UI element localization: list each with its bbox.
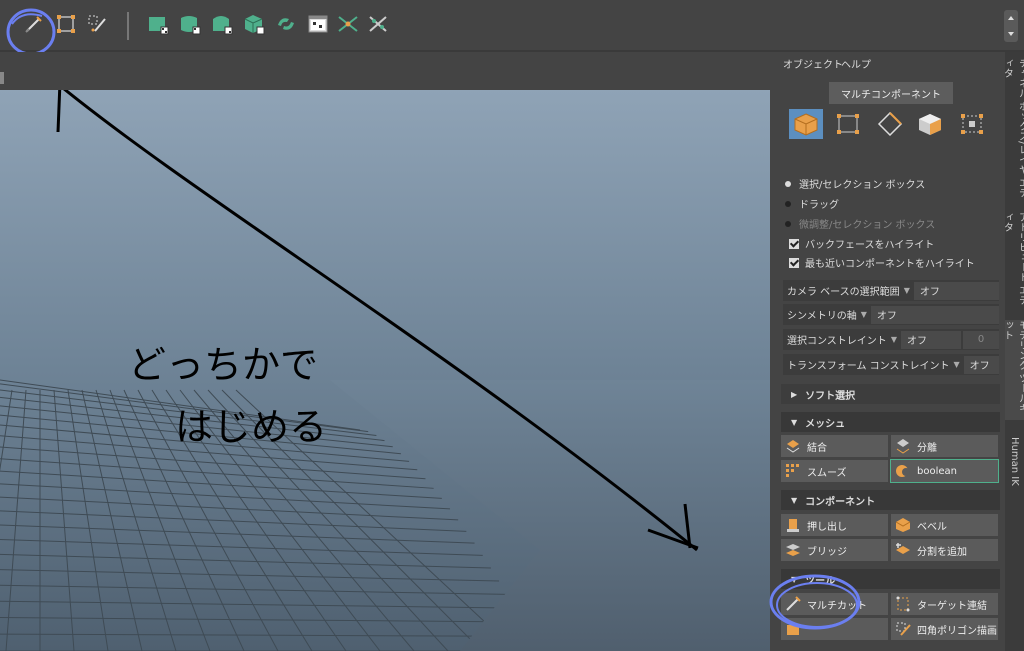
grid-line xyxy=(109,389,211,651)
selection-constraint-field[interactable]: 選択コンストレイント ▼ オフ 0 xyxy=(783,329,999,350)
checkbox-highlight-nearest[interactable]: 最も近いコンポーネントをハイライト xyxy=(789,255,975,270)
tab-channel-box[interactable]: チャネル ボックス/レイヤ エディタ xyxy=(1002,58,1024,198)
grid-line xyxy=(0,483,451,510)
uv-mode-icon[interactable] xyxy=(955,109,989,139)
radio-drag[interactable]: ドラッグ xyxy=(785,196,839,211)
multi-cut-icon[interactable] xyxy=(336,12,360,36)
section-mesh[interactable]: ▼ メッシュ xyxy=(781,412,1000,432)
target-weld-button[interactable]: ターゲット連結 xyxy=(891,593,998,615)
quad-draw-icon xyxy=(895,621,911,637)
polygon-plane-icon[interactable] xyxy=(146,12,170,36)
separate-icon xyxy=(895,438,911,454)
paint-select-icon[interactable] xyxy=(86,12,110,36)
grid-line xyxy=(0,379,361,431)
modeling-toolkit-panel: オブジェクト ヘルプ マルチコンポーネント 選択/セレクション ボックス ドラッ… xyxy=(769,52,1005,651)
tab-human-ik[interactable]: Human IK xyxy=(1005,426,1024,496)
radio-tweak-box[interactable]: 微調整/セレクション ボックス xyxy=(785,216,935,231)
grid-line xyxy=(0,569,500,582)
viewport-canvas[interactable]: どっちかで はじめる xyxy=(0,90,770,651)
object-mode-icon[interactable] xyxy=(789,109,823,139)
section-soft-select[interactable]: ▶ ソフト選択 xyxy=(781,384,1000,404)
grid-line xyxy=(81,389,143,651)
boolean-button[interactable]: boolean xyxy=(890,459,999,483)
viewport-3d[interactable]: どっちかで はじめる xyxy=(0,52,770,651)
polygon-cylinder-icon[interactable] xyxy=(178,12,202,36)
side-tab-strip: チャネル ボックス/レイヤ エディタ アトリビュート エディタ モデリング ツー… xyxy=(1002,52,1024,651)
grid-line xyxy=(0,524,475,544)
multi-component-title[interactable]: マルチコンポーネント xyxy=(829,82,953,104)
transform-constraint-field[interactable]: トランスフォーム コンストレイント ▼ オフ xyxy=(783,354,999,375)
target-weld-tool-icon xyxy=(895,596,911,612)
grid-mask xyxy=(330,380,770,651)
grid-line xyxy=(95,389,177,651)
menu-help[interactable]: ヘルプ xyxy=(841,56,871,71)
grid-line xyxy=(0,633,532,637)
edge-mode-icon[interactable] xyxy=(873,109,907,139)
face-mode-icon[interactable] xyxy=(913,109,947,139)
combine-icon xyxy=(785,438,801,454)
constraint-number[interactable]: 0 xyxy=(963,330,999,349)
grid-line xyxy=(0,389,377,436)
highlight-circle-multicut xyxy=(769,574,861,630)
grid-line xyxy=(0,389,13,472)
viewport-header xyxy=(0,52,770,90)
section-component[interactable]: ▼ コンポーネント xyxy=(781,490,1000,510)
quad-draw-button[interactable]: 四角ポリゴン描画 xyxy=(891,618,998,640)
boolean-icon xyxy=(895,463,911,479)
grid-line xyxy=(67,389,109,651)
extrude-button[interactable]: 押し出し xyxy=(781,514,888,536)
add-divisions-icon xyxy=(895,542,911,558)
bridge-button[interactable]: ブリッジ xyxy=(781,539,888,561)
grid-line xyxy=(137,389,279,651)
bevel-button[interactable]: ベベル xyxy=(891,514,998,536)
tab-attribute-editor[interactable]: アトリビュート エディタ xyxy=(1002,212,1024,312)
toolbar-separator xyxy=(127,12,129,40)
radio-select-box[interactable]: 選択/セレクション ボックス xyxy=(785,176,925,191)
grid-line xyxy=(165,389,347,651)
checkbox-highlight-backface[interactable]: バックフェースをハイライト xyxy=(789,236,934,251)
grid-line xyxy=(0,553,491,569)
grid-line xyxy=(5,389,27,651)
add-divisions-button[interactable]: 分割を追加 xyxy=(891,539,998,561)
viewport-grid xyxy=(0,379,770,651)
grid-line xyxy=(53,389,75,651)
menu-object[interactable]: オブジェクト xyxy=(783,56,843,71)
grid-line xyxy=(0,424,410,462)
grid-line xyxy=(0,414,401,455)
polygon-cone-icon[interactable] xyxy=(210,12,234,36)
grid-line xyxy=(0,435,418,471)
shelf-scroll-arrows[interactable] xyxy=(1004,10,1018,42)
smooth-button[interactable]: スムーズ xyxy=(781,460,888,482)
polygon-grid-icon[interactable] xyxy=(306,12,330,36)
top-shelf-toolbar xyxy=(0,0,1024,56)
bevel-icon xyxy=(895,517,911,533)
bridge-icon xyxy=(785,542,801,558)
grid-line xyxy=(0,510,467,532)
symmetry-axis-field[interactable]: シンメトリの軸 ▼ オフ xyxy=(783,304,999,325)
grid-line xyxy=(151,389,313,651)
target-weld-icon[interactable] xyxy=(366,12,390,36)
polygon-torus-icon[interactable] xyxy=(274,12,298,36)
vertex-mode-icon[interactable] xyxy=(831,109,865,139)
smooth-icon xyxy=(785,463,801,479)
separate-button[interactable]: 分離 xyxy=(891,435,998,457)
polygon-cube-icon[interactable] xyxy=(242,12,266,36)
grid-line xyxy=(0,584,508,595)
camera-based-selection-field[interactable]: カメラ ベースの選択範囲 ▼ オフ xyxy=(783,280,999,301)
extrude-icon xyxy=(785,517,801,533)
combine-button[interactable]: 結合 xyxy=(781,435,888,457)
tab-modeling-toolkit[interactable]: モデリング ツールキット xyxy=(1002,320,1024,420)
